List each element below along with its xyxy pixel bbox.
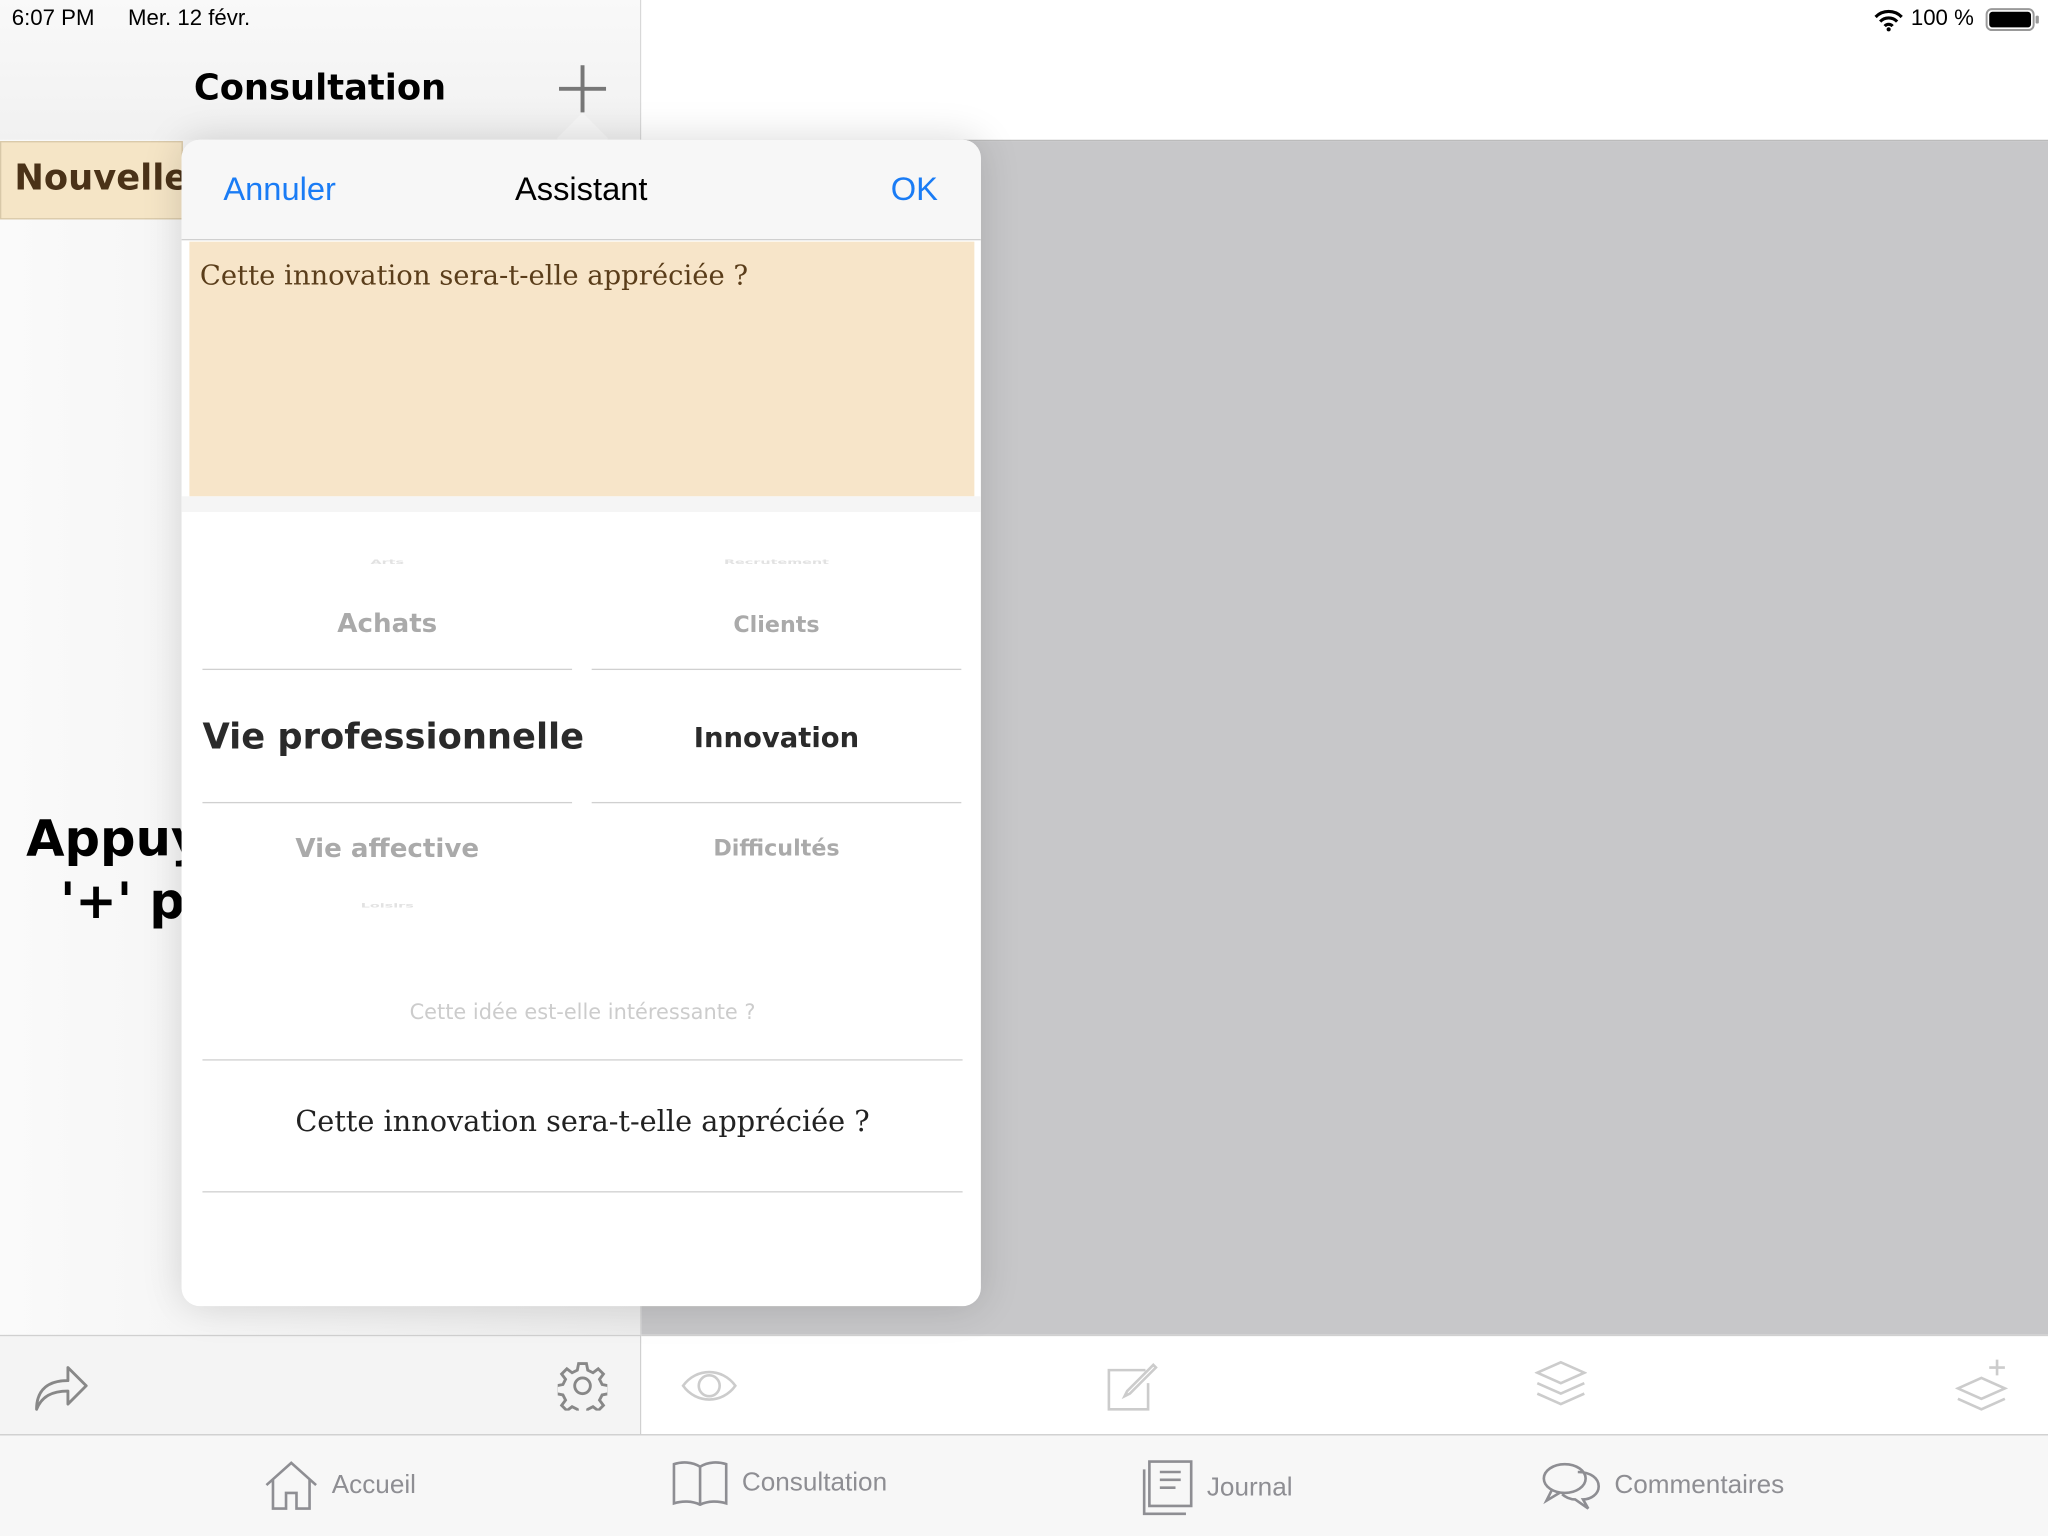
- picker-option[interactable]: Clients: [592, 613, 962, 639]
- screen: Consultation Nouvelle Appuyez sur '+' po…: [0, 0, 2048, 1536]
- assistant-popover: Annuler Assistant OK Cette innovation se…: [181, 139, 981, 1307]
- picker-option[interactable]: Difficultés: [592, 836, 962, 862]
- tab-accueil[interactable]: Accueil: [264, 1459, 416, 1511]
- divider: [202, 1191, 963, 1193]
- divider: [591, 801, 962, 804]
- gear-icon[interactable]: [557, 1361, 608, 1411]
- divider: [591, 668, 962, 671]
- tab-journal[interactable]: Journal: [1142, 1459, 1293, 1516]
- detail-toolbar: [641, 1334, 2048, 1436]
- edit-icon[interactable]: [1106, 1360, 1163, 1412]
- picker-option[interactable]: Loisirs: [202, 902, 572, 909]
- divider: [202, 1059, 963, 1061]
- battery-percent: 100 %: [1910, 5, 1974, 31]
- layers-icon[interactable]: [1534, 1360, 1587, 1412]
- wifi-icon: [1874, 9, 1903, 32]
- house-icon: [265, 1461, 317, 1510]
- picker-option[interactable]: Recrutement: [592, 559, 962, 566]
- chat-bubbles-icon: [1542, 1462, 1600, 1510]
- question-picker[interactable]: Cette idée est-elle intéressante ? Cette…: [202, 976, 963, 1276]
- divider: [202, 801, 573, 804]
- tab-consultation[interactable]: Consultation: [671, 1459, 887, 1506]
- left-toolbar: [0, 1334, 642, 1436]
- tab-bar: Accueil Consultation Journal Commentaire…: [0, 1434, 2048, 1536]
- tab-nouvelle[interactable]: Nouvelle: [0, 141, 188, 220]
- picker-selected-category[interactable]: Vie professionnelle: [202, 717, 584, 757]
- picker-selected-question[interactable]: Cette innovation sera-t-elle appréciée ?: [202, 1106, 962, 1139]
- divider: [181, 496, 981, 512]
- category-picker[interactable]: Arts Achats Vie professionnelle Vie affe…: [202, 519, 962, 950]
- journal-icon: [1142, 1460, 1193, 1516]
- battery-icon: [1985, 8, 2039, 32]
- detail-nav-bar: [641, 0, 2048, 142]
- share-icon[interactable]: [31, 1360, 91, 1412]
- status-date: Mer. 12 févr.: [127, 5, 251, 31]
- picker-option[interactable]: Vie affective: [202, 832, 572, 863]
- ok-button[interactable]: OK: [891, 171, 938, 209]
- plus-icon[interactable]: [556, 63, 608, 115]
- divider: [202, 668, 573, 671]
- picker-selected-subcategory[interactable]: Innovation: [592, 722, 962, 753]
- divider: [181, 239, 981, 241]
- picker-option[interactable]: Arts: [202, 559, 572, 566]
- nav-title: Consultation: [193, 67, 447, 109]
- tab-label: Accueil: [331, 1470, 416, 1499]
- eye-icon[interactable]: [680, 1368, 737, 1405]
- tab-label: Journal: [1206, 1472, 1293, 1502]
- popover-title: Assistant: [514, 171, 648, 208]
- tab-label: Commentaires: [1614, 1470, 1785, 1499]
- picker-option[interactable]: Achats: [202, 607, 572, 638]
- tab-label: Consultation: [741, 1467, 888, 1497]
- status-time: 6:07 PM: [11, 5, 95, 31]
- picker-option[interactable]: Cette idée est-elle intéressante ?: [202, 999, 962, 1024]
- add-layer-icon[interactable]: [1955, 1357, 2010, 1412]
- tab-commentaires[interactable]: Commentaires: [1541, 1459, 1784, 1511]
- book-icon: [672, 1461, 728, 1506]
- note-textarea[interactable]: Cette innovation sera-t-elle appréciée ?: [189, 241, 975, 497]
